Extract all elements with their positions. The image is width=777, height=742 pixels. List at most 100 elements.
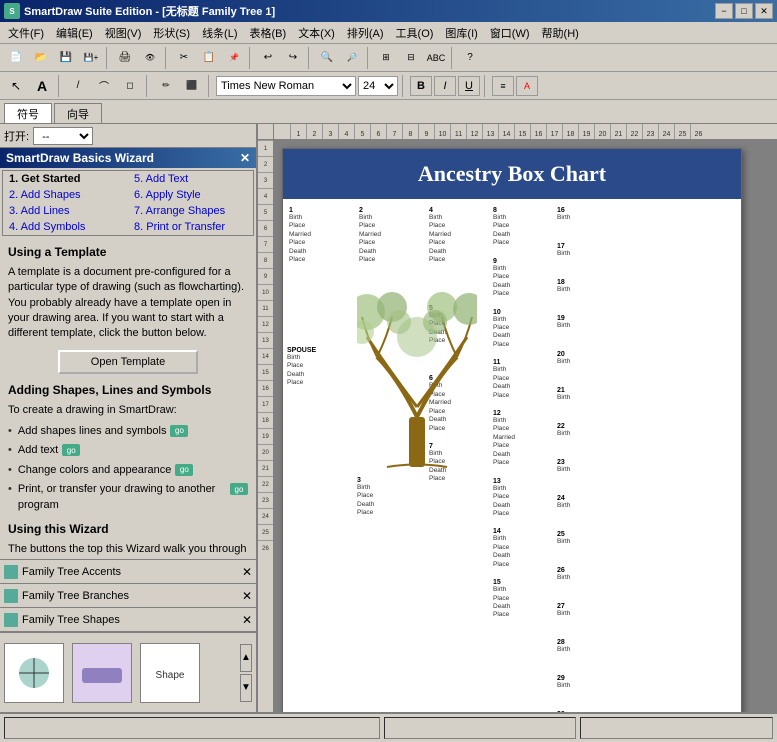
help-toolbar-button[interactable]: ? [458, 47, 482, 69]
close-button[interactable]: ✕ [755, 3, 773, 19]
ruler-v-tick: 17 [258, 396, 273, 412]
person-1: 1 Birth Place Married Place Death Place [287, 205, 355, 267]
title-bar-buttons[interactable]: − □ ✕ [715, 3, 773, 19]
wizard-step-6[interactable]: 6. Apply Style [128, 187, 253, 203]
font-color-button[interactable]: A [516, 76, 538, 96]
zoom-in-button[interactable]: 🔍 [315, 47, 339, 69]
wizard-step-8[interactable]: 8. Print or Transfer [128, 219, 253, 235]
wizard-step-5[interactable]: 5. Add Text [128, 171, 253, 187]
ruler-tick: 7 [386, 124, 402, 139]
menu-window[interactable]: 窗口(W) [484, 23, 536, 43]
ruler-v-tick: 13 [258, 332, 273, 348]
menu-edit[interactable]: 编辑(E) [50, 23, 99, 43]
go-btn-3[interactable]: go [175, 464, 193, 476]
maximize-button[interactable]: □ [735, 3, 753, 19]
go-btn-4[interactable]: go [230, 483, 248, 495]
lib-accents-label: Family Tree Accents [22, 566, 121, 578]
menu-lines[interactable]: 线条(L) [196, 23, 243, 43]
ruler-tick: 22 [626, 124, 642, 139]
preview-button[interactable]: 👁 [138, 47, 162, 69]
print-button[interactable]: 🖨 [113, 47, 137, 69]
menu-shapes[interactable]: 形状(S) [147, 23, 196, 43]
ruler-v-tick: 14 [258, 348, 273, 364]
select-tool[interactable]: ↖ [4, 75, 28, 97]
wizard-step-7[interactable]: 7. Arrange Shapes [128, 203, 253, 219]
redo-button[interactable]: ↪ [281, 47, 305, 69]
draw-tool[interactable]: ✏ [154, 75, 178, 97]
menu-tools[interactable]: 工具(O) [390, 23, 440, 43]
person-22: 22 Birth [555, 421, 610, 451]
wizard-step-4[interactable]: 4. Add Symbols [3, 219, 128, 235]
wizard-step-2[interactable]: 2. Add Shapes [3, 187, 128, 203]
wizard-step-3[interactable]: 3. Add Lines [3, 203, 128, 219]
status-section-2 [384, 717, 577, 739]
zoom-out-button[interactable]: 🔎 [340, 47, 364, 69]
spell-button[interactable]: ABC [424, 47, 448, 69]
copy-button[interactable]: 📋 [197, 47, 221, 69]
left-panel: 打开: -- SmartDraw Basics Wizard ✕ 1. Get … [0, 124, 258, 712]
undo-button[interactable]: ↩ [256, 47, 280, 69]
scroll-up-button[interactable]: ▲ [240, 644, 252, 672]
bold-button[interactable]: B [410, 76, 432, 96]
status-section-3 [580, 717, 773, 739]
list-item-1-text: Add shapes lines and symbols [18, 424, 167, 439]
align-left-button[interactable]: ≡ [492, 76, 514, 96]
open-button[interactable]: 📂 [29, 47, 53, 69]
menu-table[interactable]: 表格(B) [244, 23, 293, 43]
italic-button[interactable]: I [434, 76, 456, 96]
menu-file[interactable]: 文件(F) [2, 23, 50, 43]
lib-panel-shapes[interactable]: Family Tree Shapes ✕ [0, 608, 256, 632]
fill-tool[interactable]: ⬛ [180, 75, 204, 97]
arc-tool[interactable]: ⌒ [92, 75, 116, 97]
lib-branches-close[interactable]: ✕ [242, 589, 252, 603]
scroll-down-button[interactable]: ▼ [240, 674, 252, 702]
wizard-step-1[interactable]: 1. Get Started [3, 171, 128, 187]
minimize-button[interactable]: − [715, 3, 733, 19]
main-layout: 打开: -- SmartDraw Basics Wizard ✕ 1. Get … [0, 124, 777, 712]
lib-panel-accents[interactable]: Family Tree Accents ✕ [0, 560, 256, 584]
menu-help[interactable]: 帮助(H) [536, 23, 585, 43]
thumbnail-3[interactable]: Shape [140, 643, 200, 703]
tab-wizard[interactable]: 向导 [54, 103, 102, 123]
new-button[interactable]: 📄 [4, 47, 28, 69]
save-as-button[interactable]: 💾+ [79, 47, 103, 69]
open-template-button[interactable]: Open Template [58, 350, 198, 374]
thumbnail-scroll: ▲ ▼ [240, 644, 252, 702]
font-family-select[interactable]: Times New Roman [216, 76, 356, 96]
table-button[interactable]: ⊟ [399, 47, 423, 69]
lib-shapes-close[interactable]: ✕ [242, 613, 252, 627]
save-button[interactable]: 💾 [54, 47, 78, 69]
ruler-tick: 21 [610, 124, 626, 139]
tree-col-2: 2 Birth Place Married Place Death Place [357, 205, 425, 712]
font-size-select[interactable]: 24 [358, 76, 398, 96]
go-btn-2[interactable]: go [62, 444, 80, 456]
underline-button[interactable]: U [458, 76, 480, 96]
menu-view[interactable]: 视图(V) [99, 23, 148, 43]
line-tool[interactable]: / [66, 75, 90, 97]
menu-arrange[interactable]: 排列(A) [341, 23, 390, 43]
ruler-tick: 8 [402, 124, 418, 139]
ruler-tick: 4 [338, 124, 354, 139]
shape-tool[interactable]: ◻ [118, 75, 142, 97]
paste-button[interactable]: 📌 [222, 47, 246, 69]
menu-text[interactable]: 文本(X) [292, 23, 341, 43]
canvas-paper-wrap[interactable]: Ancestry Box Chart 1 Birth Place Married… [274, 140, 777, 712]
tab-symbols[interactable]: 符号 [4, 103, 52, 123]
thumbnail-1[interactable] [4, 643, 64, 703]
menu-library[interactable]: 图库(I) [439, 23, 483, 43]
insert-button[interactable]: ⊞ [374, 47, 398, 69]
cut-button[interactable]: ✂ [172, 47, 196, 69]
text-tool[interactable]: A [30, 75, 54, 97]
ruler-v-tick: 1 [258, 140, 273, 156]
thumbnails-area: Shape ▲ ▼ [0, 632, 256, 712]
list-item-2-text: Add text [18, 443, 58, 458]
lib-accents-close[interactable]: ✕ [242, 565, 252, 579]
open-select[interactable]: -- [33, 127, 93, 145]
tree-col-1: 1 Birth Place Married Place Death Place … [287, 205, 355, 712]
lib-panel-branches[interactable]: Family Tree Branches ✕ [0, 584, 256, 608]
title-bar-text: SmartDraw Suite Edition - [无标题 Family Tr… [24, 3, 275, 19]
ruler-tick: 16 [530, 124, 546, 139]
wizard-close-button[interactable]: ✕ [240, 151, 250, 165]
thumbnail-2[interactable] [72, 643, 132, 703]
go-btn-1[interactable]: go [170, 425, 188, 437]
